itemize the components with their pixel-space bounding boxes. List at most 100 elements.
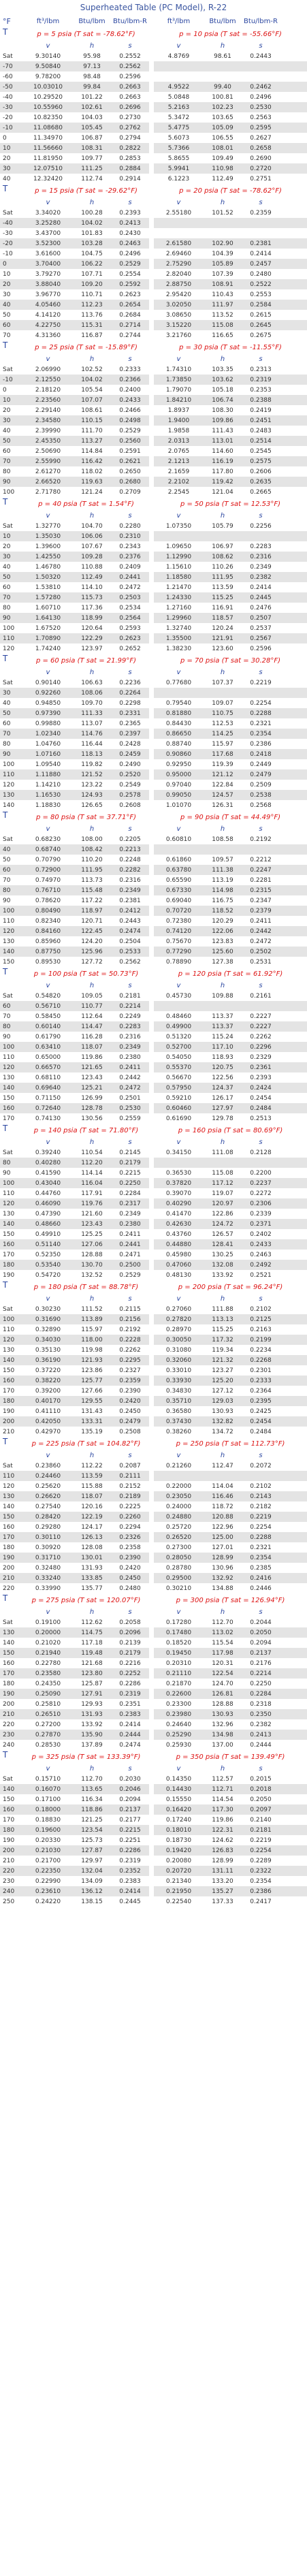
row-temperature: Sat — [0, 991, 23, 1001]
row-volume-left: 10.03010 — [23, 82, 73, 92]
row-volume-right: 0.75670 — [154, 936, 204, 947]
table-row: 180 0.40170 129.55 0.2420 0.35710 129.03 0.239… — [0, 1396, 307, 1406]
page-title: Superheated Table (PC Model), R-22 — [80, 3, 227, 12]
row-entropy-left: 0.2366 — [111, 375, 149, 385]
header-h-right: h — [204, 354, 242, 364]
row-enthalpy-right: 111.97 — [204, 300, 242, 310]
column-gap — [149, 667, 154, 678]
row-enthalpy-right: 131.11 — [204, 1866, 242, 1876]
row-volume-left: 0.25810 — [23, 1699, 73, 1709]
row-volume-right: 0.17240 — [154, 1815, 204, 1825]
row-enthalpy-right: 111.43 — [204, 426, 242, 436]
row-volume-right: 0.52700 — [154, 1042, 204, 1052]
pressure-label-right: p = 300 psia (T sat = 126.94°F) — [154, 1593, 307, 1607]
row-volume-left: 0.56710 — [23, 1001, 73, 1011]
row-temperature: 90 — [0, 613, 23, 623]
row-enthalpy-right: 119.39 — [204, 759, 242, 769]
row-volume-right: 0.23300 — [154, 1699, 204, 1709]
row-gap — [149, 1062, 154, 1072]
row-gap — [149, 289, 154, 300]
header-s-right: s — [242, 1607, 280, 1617]
row-volume-right: 0.15550 — [154, 1794, 204, 1804]
table-body: °F ft³/lbm Btu/lbm Btu/lbm-R ft³/lbm Btu… — [0, 15, 307, 1907]
row-gap — [149, 1021, 154, 1032]
pressure-label-left: p = 100 psia (T sat = 50.73°F) — [23, 967, 149, 981]
row-enthalpy-right: 126.83 — [204, 1845, 242, 1856]
pressure-label-left: p = 275 psia (T sat = 120.07°F) — [23, 1593, 149, 1607]
row-entropy-left: 0.2248 — [111, 855, 149, 865]
row-gap — [149, 310, 154, 320]
row-volume-right: 2.69460 — [154, 249, 204, 259]
row-entropy-right — [242, 228, 280, 238]
table-row: 90 2.66520 119.63 0.2680 2.2102 119.42 0.2635 — [0, 477, 307, 487]
row-spare — [280, 947, 307, 957]
row-enthalpy-left: 107.71 — [73, 269, 111, 279]
row-spare — [280, 1648, 307, 1658]
row-volume-right — [154, 218, 204, 228]
header-h-right: h — [204, 1607, 242, 1617]
row-entropy-right: 0.2329 — [242, 1052, 280, 1062]
row-spare — [280, 102, 307, 112]
row-gap — [149, 1825, 154, 1835]
table-row: 0 11.34970 106.87 0.2794 5.6073 106.55 0.2627 — [0, 133, 307, 143]
row-temperature: 90 — [0, 749, 23, 759]
row-gap — [149, 1461, 154, 1471]
row-enthalpy-right: 124.72 — [204, 1219, 242, 1229]
header-h-right: h — [204, 981, 242, 991]
row-enthalpy-left: 112.74 — [73, 174, 111, 184]
row-volume-left: 0.41110 — [23, 1406, 73, 1416]
row-volume-left: 0.30110 — [23, 1532, 73, 1542]
row-gap — [149, 1209, 154, 1219]
row-entropy-right: 0.2393 — [242, 1072, 280, 1083]
row-enthalpy-right: 117.30 — [204, 1804, 242, 1815]
row-gap — [149, 1198, 154, 1209]
row-volume-right: 0.21950 — [154, 1886, 204, 1896]
row-temperature: 120 — [0, 1481, 23, 1491]
header-s-left: s — [111, 1294, 149, 1304]
row-entropy-left: 0.2096 — [111, 1627, 149, 1638]
row-temperature: 120 — [0, 1062, 23, 1072]
row-temperature: 110 — [0, 1188, 23, 1198]
row-gap — [149, 1815, 154, 1825]
table-row: Sat 0.90140 106.63 0.2236 0.77680 107.37 0.221… — [0, 678, 307, 688]
table-row: -40 10.29520 101.22 0.2663 5.0848 100.81 0.249… — [0, 92, 307, 102]
table-row: 170 0.18830 121.25 0.2177 0.17240 119.86 0.214… — [0, 1815, 307, 1825]
row-entropy-left: 0.2181 — [111, 991, 149, 1001]
row-enthalpy-right: 103.65 — [204, 112, 242, 123]
row-entropy-left: 0.2376 — [111, 552, 149, 562]
row-volume-right: 2.1659 — [154, 466, 204, 477]
row-gap — [149, 1740, 154, 1750]
row-spare — [280, 1866, 307, 1876]
row-spare — [280, 623, 307, 633]
row-gap — [149, 1355, 154, 1365]
row-volume-left: 0.40170 — [23, 1396, 73, 1406]
row-entropy-left: 0.2352 — [111, 1866, 149, 1876]
row-gap — [149, 1896, 154, 1907]
property-header-row: vhsvhs — [0, 1294, 307, 1304]
pressure-header-row: Tp = 60 psia (T sat = 21.99°F) p = 70 psi… — [0, 654, 307, 667]
row-temperature: 100 — [0, 487, 23, 497]
row-enthalpy-right — [204, 1158, 242, 1168]
row-entropy-left: 0.2264 — [111, 688, 149, 698]
row-volume-right: 0.27300 — [154, 1542, 204, 1553]
row-gap — [149, 228, 154, 238]
row-entropy-right: 0.2386 — [242, 739, 280, 749]
row-entropy-left: 0.2295 — [111, 1355, 149, 1365]
row-temperature: Sat — [0, 208, 23, 218]
row-enthalpy-right: 108.01 — [204, 143, 242, 153]
header-v-left: v — [23, 197, 73, 208]
row-gap — [149, 834, 154, 844]
row-entropy-right: 0.2125 — [242, 1314, 280, 1324]
row-gap — [149, 800, 154, 810]
header-v-right: v — [154, 1137, 204, 1147]
row-enthalpy-left: 116.34 — [73, 1794, 111, 1804]
row-temperature: 160 — [0, 1103, 23, 1113]
row-enthalpy-left: 137.89 — [73, 1740, 111, 1750]
row-enthalpy-right: 114.60 — [204, 446, 242, 456]
column-gap — [149, 967, 154, 981]
row-spare — [280, 875, 307, 885]
row-enthalpy-left: 123.97 — [73, 643, 111, 654]
row-gap — [149, 1335, 154, 1345]
row-entropy-left: 0.2654 — [111, 300, 149, 310]
row-entropy-left: 0.2397 — [111, 729, 149, 739]
